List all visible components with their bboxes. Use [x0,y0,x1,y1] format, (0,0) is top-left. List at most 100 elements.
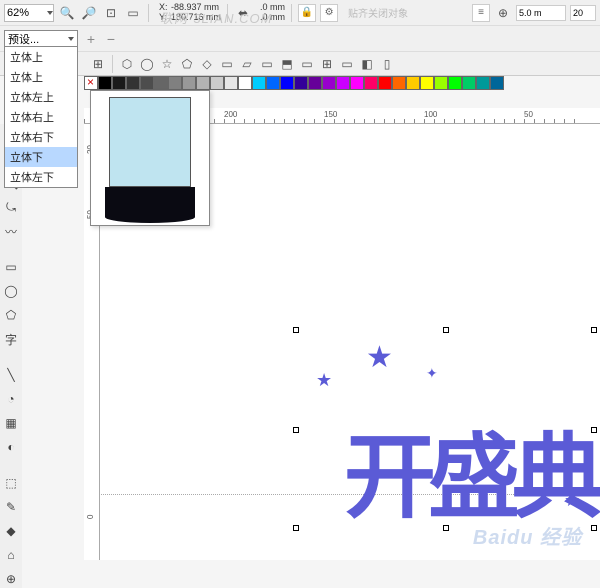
tool-button[interactable]: ⤿ [2,198,20,216]
preset-label: 预设... [8,31,39,47]
separator [291,4,292,22]
preset-option[interactable]: 立体右上 [5,107,77,127]
color-swatch[interactable] [140,76,154,90]
shape-tool-icon[interactable]: ☆ [159,56,175,72]
color-swatch[interactable] [266,76,280,90]
color-swatch[interactable] [392,76,406,90]
add-preset-button[interactable]: + [84,31,98,47]
color-swatch[interactable] [126,76,140,90]
tool-button[interactable]: ✎ [2,498,20,516]
color-swatch[interactable] [280,76,294,90]
color-swatch[interactable] [490,76,504,90]
preset-option[interactable]: 立体下 [5,147,77,167]
mug-body-shape [109,97,191,187]
tool-button[interactable]: ▭ [2,258,20,276]
color-swatch[interactable] [294,76,308,90]
snap-hint: 贴齐关闭对象 [348,5,408,20]
preset-option[interactable]: 立体右下 [5,127,77,147]
star-shape[interactable]: ✦ [426,365,438,382]
color-swatch[interactable] [420,76,434,90]
shape-tool-icon[interactable]: ◇ [199,56,215,72]
color-swatch[interactable] [196,76,210,90]
tool-button[interactable]: 字 [2,330,20,348]
tool-button[interactable]: ⌂ [2,546,20,564]
tool-button[interactable]: ◐ [2,438,20,456]
selection-handle[interactable] [293,427,299,433]
color-swatch[interactable] [112,76,126,90]
tool-button[interactable]: ◯ [2,282,20,300]
color-swatch[interactable] [322,76,336,90]
color-swatch[interactable] [182,76,196,90]
shape-tool-icon[interactable]: ▭ [339,56,355,72]
star-shape[interactable]: ★ [316,370,332,391]
selection-handle[interactable] [293,525,299,531]
shape-tool-icon[interactable]: ⬒ [279,56,295,72]
tool-button[interactable]: ⬠ [2,306,20,324]
zoom-page-icon[interactable]: ▭ [124,4,142,22]
preset-option[interactable]: 立体左上 [5,87,77,107]
nudge-field[interactable]: 5.0 m [516,5,566,21]
selection-handle[interactable] [443,525,449,531]
shape-tool-icon[interactable]: ⬠ [179,56,195,72]
art-text[interactable]: 开盛典 [344,437,596,520]
color-swatch[interactable] [462,76,476,90]
zoom-out-icon[interactable]: 🔎 [80,4,98,22]
tool-button[interactable]: ╲ [2,366,20,384]
dup-field[interactable]: 20 [570,5,596,21]
tool-button[interactable]: ▦ [2,414,20,432]
preset-dropdown[interactable]: 立体上立体上立体左上立体右上立体右下立体下立体左下 [4,46,78,188]
color-swatch[interactable] [448,76,462,90]
zoom-in-icon[interactable]: 🔍 [58,4,76,22]
selection-handle[interactable] [293,327,299,333]
color-swatch[interactable] [308,76,322,90]
color-swatch[interactable] [168,76,182,90]
color-swatch[interactable] [350,76,364,90]
tool-button[interactable]: ⬚ [2,474,20,492]
text-art-group[interactable]: 开盛典 ★ ★ ✦ ★ [296,330,596,530]
tool-button[interactable]: 〰 [2,222,20,240]
color-swatch[interactable] [224,76,238,90]
selection-handle[interactable] [591,525,597,531]
shape-tool-icon[interactable]: ▭ [259,56,275,72]
grid-icon[interactable]: ⊞ [90,56,106,72]
preset-select[interactable]: 预设... [4,30,78,48]
star-shape[interactable]: ★ [564,490,580,511]
selection-handle[interactable] [591,327,597,333]
color-swatch[interactable] [238,76,252,90]
align-button[interactable]: ≡ [472,4,490,22]
lock-ratio-button[interactable]: 🔒 [298,4,316,22]
preset-option[interactable]: 立体左下 [5,167,77,187]
tool-button[interactable]: ⊕ [2,570,20,588]
shape-tool-icon[interactable]: ▯ [379,56,395,72]
remove-preset-button[interactable]: − [104,31,118,47]
preset-option[interactable]: 立体上 [5,47,77,67]
shape-tool-icon[interactable]: ⊞ [319,56,335,72]
shape-tool-icon[interactable]: ▱ [239,56,255,72]
color-swatch[interactable] [378,76,392,90]
tool-button[interactable]: ◔ [2,390,20,408]
shape-tool-icon[interactable]: ▭ [299,56,315,72]
shape-tool-icon[interactable]: ⬡ [119,56,135,72]
selection-handle[interactable] [443,327,449,333]
shape-tool-icon[interactable]: ▭ [219,56,235,72]
shape-tool-icon[interactable]: ◧ [359,56,375,72]
zoom-fit-icon[interactable]: ⊡ [102,4,120,22]
preset-option[interactable]: 立体上 [5,67,77,87]
zoom-select[interactable]: 62% [4,4,54,22]
color-swatch[interactable] [406,76,420,90]
selection-handle[interactable] [591,427,597,433]
color-swatch[interactable] [98,76,112,90]
color-swatch[interactable] [336,76,350,90]
color-swatch[interactable] [84,76,98,90]
options-button[interactable]: ⚙ [320,4,338,22]
color-swatch[interactable] [154,76,168,90]
separator [112,55,113,73]
color-swatch[interactable] [364,76,378,90]
shape-tool-icon[interactable]: ◯ [139,56,155,72]
color-swatch[interactable] [434,76,448,90]
color-swatch[interactable] [210,76,224,90]
color-swatch[interactable] [476,76,490,90]
color-swatch[interactable] [252,76,266,90]
star-shape[interactable]: ★ [366,340,393,375]
tool-button[interactable]: ◆ [2,522,20,540]
